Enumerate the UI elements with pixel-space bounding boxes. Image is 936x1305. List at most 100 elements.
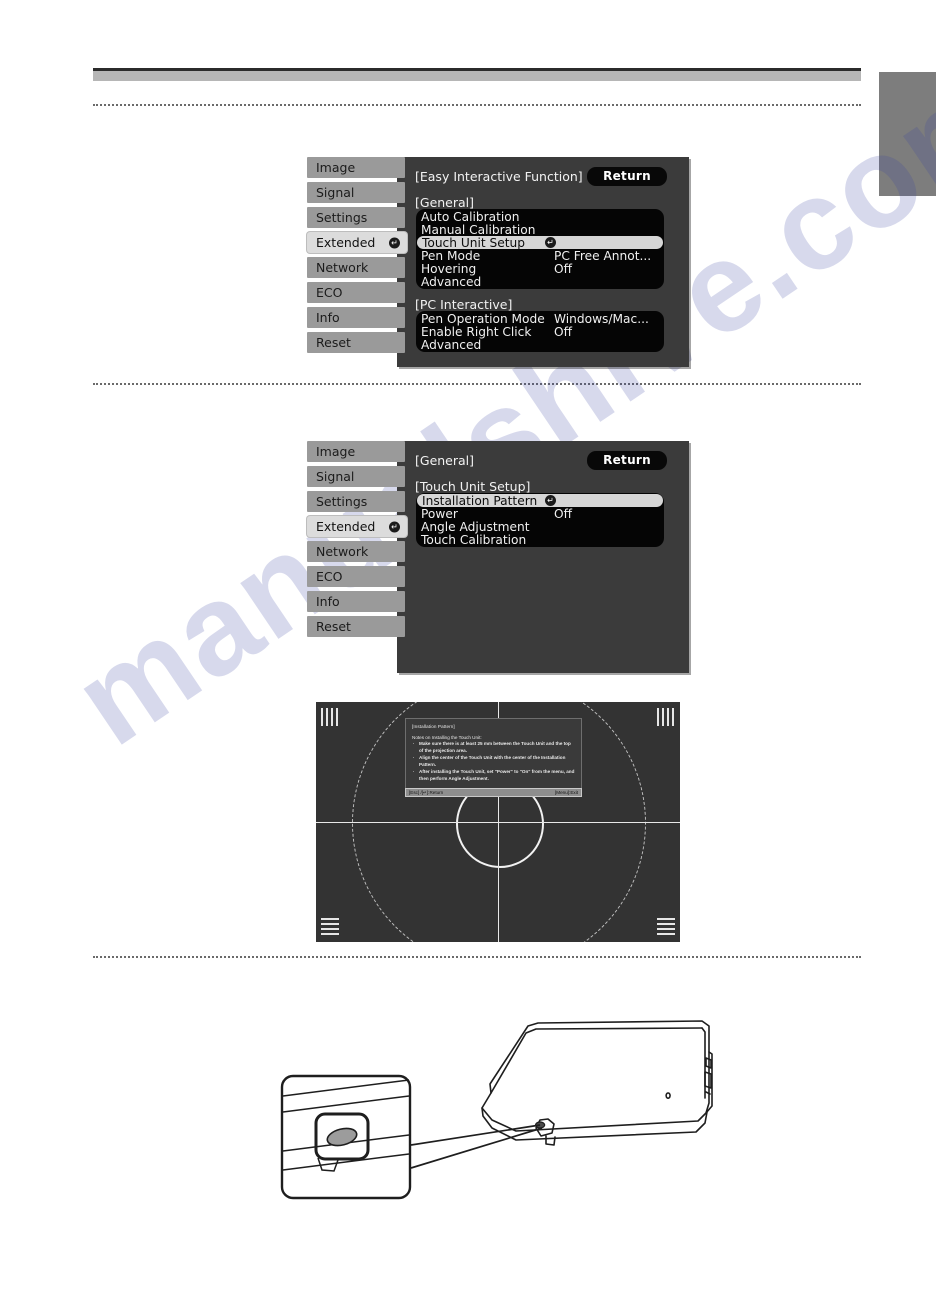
menu-item-value: Off [554,261,572,276]
sidebar-item-label: Image [316,444,356,459]
sidebar-item-image[interactable]: Image [307,441,405,462]
menu-item-pen-mode[interactable]: Pen Mode PC Free Annot... [416,248,664,263]
pattern-note-item: After installing the Touch Unit, set "Po… [413,769,575,782]
osd-sidebar[interactable]: Image Signal Settings Extended ↵ Network ECO In… [307,157,407,357]
menu-item-label: Power [421,506,458,521]
osd-panel-background [397,441,689,673]
sidebar-item-signal[interactable]: Signal [307,182,405,203]
menu-item-pen-operation-mode[interactable]: Pen Operation Mode Windows/Mac... [416,311,664,326]
sidebar-item-image[interactable]: Image [307,157,405,178]
menu-item-installation-pattern[interactable]: Installation Pattern ↵ [417,493,663,508]
group-label-pc-interactive: [PC Interactive] [415,297,513,312]
menu-item-manual-calibration[interactable]: Manual Calibration [416,222,664,237]
menu-item-touch-unit-setup[interactable]: Touch Unit Setup ↵ [417,235,663,250]
sidebar-item-label: Signal [316,469,355,484]
menu-item-angle-adjustment[interactable]: Angle Adjustment [416,520,664,534]
menu-item-advanced[interactable]: Advanced [416,337,664,352]
osd-menu-general: Image Signal Settings Extended ↵ Network ECO In… [307,441,689,673]
sidebar-item-extended[interactable]: Extended ↵ [307,516,407,537]
sidebar-item-label: Network [316,544,369,559]
enter-arrow-icon: ↵ [545,495,556,506]
enter-arrow-icon: ↵ [389,521,400,532]
menu-item-label: Pen Mode [421,248,481,263]
sidebar-item-reset[interactable]: Reset [307,616,405,637]
menu-item-label: Touch Calibration [421,532,527,547]
sidebar-item-network[interactable]: Network [307,257,405,278]
pattern-note-item: Align the center of the Touch Unit with … [413,755,575,768]
touch-unit-device-illustration [278,988,728,1213]
osd-menu-easy-interactive-function: Image Signal Settings Extended ↵ Network ECO In… [307,157,689,367]
group-label-touch-unit-setup: [Touch Unit Setup] [415,479,531,494]
menu-item-advanced[interactable]: Advanced [416,274,664,289]
menu-item-hovering[interactable]: Hovering Off [416,261,664,276]
menu-item-power[interactable]: Power Off [416,506,664,521]
menu-item-value: Windows/Mac... [554,311,649,326]
device-svg [280,1020,713,1200]
settings-list-general[interactable]: Auto Calibration Manual Calibration Touch … [416,209,664,289]
pattern-instructions-box: [Installation Pattern] Notes on Installi… [405,718,582,791]
osd-title-row: [General] Return [415,451,679,470]
sidebar-item-extended[interactable]: Extended ↵ [307,232,407,253]
installation-pattern-screen: [Installation Pattern] Notes on Installi… [316,702,680,942]
sidebar-item-reset[interactable]: Reset [307,332,405,353]
sidebar-item-settings[interactable]: Settings [307,491,405,512]
section-divider-top [93,104,861,106]
osd-title: [Easy Interactive Function] [415,169,583,184]
section-divider-bottom [93,956,861,958]
menu-item-label: Pen Operation Mode [421,311,545,326]
menu-item-label: Touch Unit Setup [422,235,526,250]
menu-item-label: Enable Right Click [421,324,532,339]
return-button[interactable]: Return [587,451,667,470]
menu-item-auto-calibration[interactable]: Auto Calibration [416,210,664,224]
osd-title: [General] [415,453,475,468]
sidebar-item-label: Network [316,260,369,275]
corner-mark-bottom-left [321,918,339,936]
sidebar-item-label: Extended [316,519,376,534]
sidebar-item-label: Reset [316,619,351,634]
sidebar-item-settings[interactable]: Settings [307,207,405,228]
menu-item-label: Hovering [421,261,477,276]
sidebar-item-eco[interactable]: ECO [307,282,405,303]
settings-list-touch-unit-setup[interactable]: Installation Pattern ↵ Power Off Angle Adjus… [416,493,664,547]
hint-return: [Esc] /[↵]:Return [409,789,444,795]
section-divider-middle [93,383,861,385]
menu-item-enable-right-click[interactable]: Enable Right Click Off [416,324,664,339]
sidebar-item-signal[interactable]: Signal [307,466,405,487]
osd-title-row: [Easy Interactive Function] Return [415,167,679,186]
pattern-note-item: Make sure there is at least 25 mm betwee… [413,741,575,754]
sidebar-item-info[interactable]: Info [307,307,405,328]
sidebar-item-label: Info [316,594,340,609]
header-rule-gray [93,71,861,81]
sidebar-item-eco[interactable]: ECO [307,566,405,587]
sidebar-item-label: Info [316,310,340,325]
sidebar-item-label: Image [316,160,356,175]
corner-mark-top-right [657,708,675,726]
sidebar-item-label: Extended [316,235,376,250]
sidebar-item-label: Settings [316,210,368,225]
menu-item-label: Advanced [421,337,482,352]
enter-arrow-icon: ↵ [545,237,556,248]
settings-list-pc-interactive[interactable]: Pen Operation Mode Windows/Mac... Enable R… [416,311,664,352]
pattern-title: [Installation Pattern] [412,724,455,729]
page-side-tab [879,72,936,196]
pattern-lead: Notes on Installing the Touch Unit: [412,735,482,740]
sidebar-item-info[interactable]: Info [307,591,405,612]
return-button[interactable]: Return [587,167,667,186]
menu-item-value: Off [554,324,572,339]
menu-item-touch-calibration[interactable]: Touch Calibration [416,532,664,547]
corner-mark-top-left [321,708,339,726]
menu-item-label: Advanced [421,274,482,289]
pattern-notes-list: Make sure there is at least 25 mm betwee… [412,741,575,782]
corner-mark-bottom-right [657,918,675,936]
sidebar-item-label: Reset [316,335,351,350]
menu-item-value: PC Free Annot... [554,248,652,263]
menu-item-label: Installation Pattern [422,493,538,508]
sidebar-item-label: Settings [316,494,368,509]
osd-sidebar[interactable]: Image Signal Settings Extended ↵ Network ECO In… [307,441,407,641]
pattern-hint-bar: [Esc] /[↵]:Return [Menu]:Exit [405,788,582,797]
group-label-general: [General] [415,195,475,210]
sidebar-item-network[interactable]: Network [307,541,405,562]
menu-item-label: Manual Calibration [421,222,536,237]
hint-exit: [Menu]:Exit [555,790,578,795]
sidebar-item-label: ECO [316,285,343,300]
